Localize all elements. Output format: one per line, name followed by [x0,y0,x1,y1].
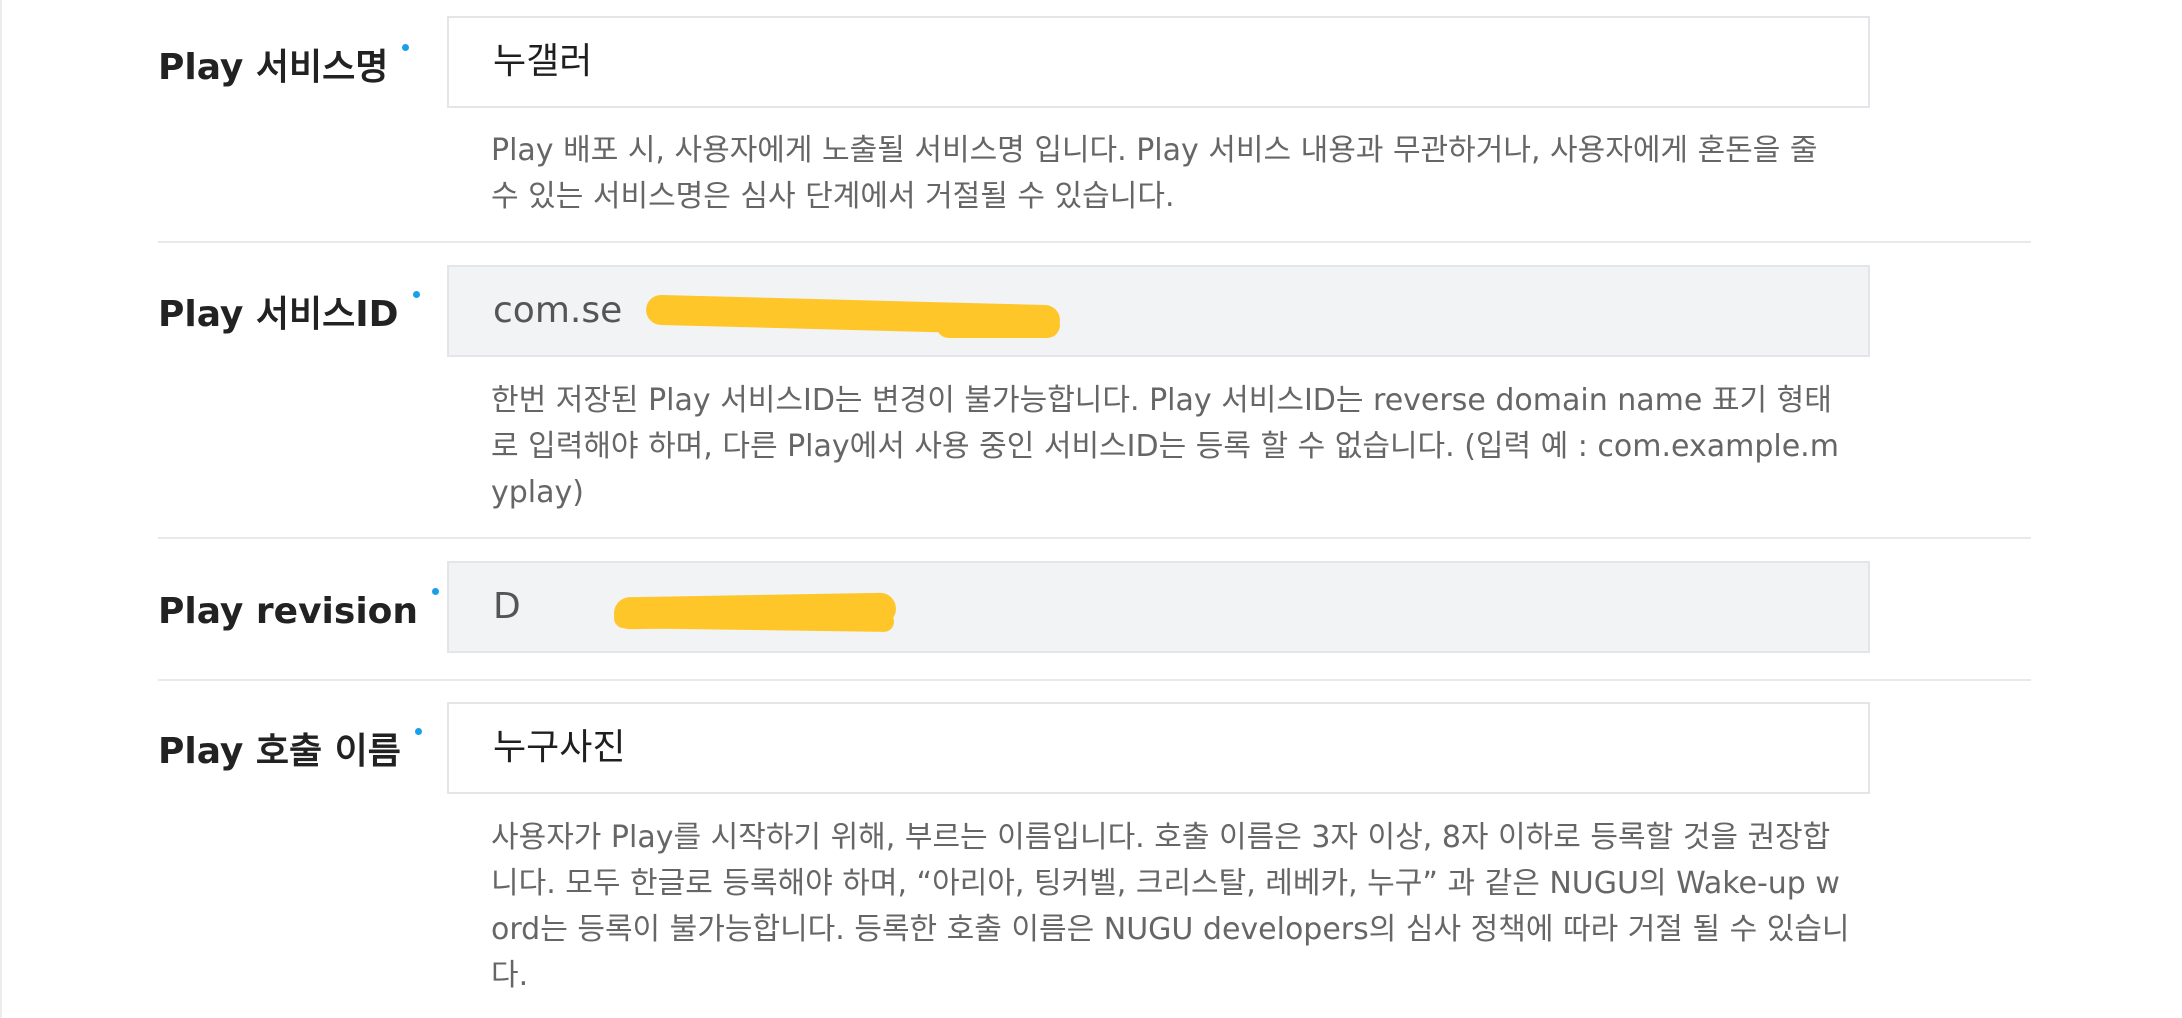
redaction-mark [613,608,895,632]
divider [158,537,2031,539]
service-name-label-text: Play 서비스명 [158,47,389,88]
invocation-name-value: 누구사진 [493,727,626,768]
invocation-name-input[interactable]: 누구사진 [447,702,1870,794]
required-indicator-icon [414,728,422,735]
required-indicator-icon [402,44,410,51]
left-edge-line [0,0,2,1018]
service-name-label: Play 서비스명 [158,44,410,90]
service-name-input[interactable]: 누갤러 [447,16,1870,108]
redaction-mark [936,312,1060,338]
divider [158,241,2031,243]
required-indicator-icon [432,588,440,595]
required-indicator-icon [412,291,420,298]
service-id-label-text: Play 서비스ID [158,294,399,335]
invocation-name-label-text: Play 호출 이름 [158,731,401,772]
service-id-value: com.se [493,290,623,331]
service-name-value: 누갤러 [493,41,593,82]
invocation-name-label: Play 호출 이름 [158,728,422,774]
revision-value: D [493,586,521,627]
service-id-help: 한번 저장된 Play 서비스ID는 변경이 불가능합니다. Play 서비스I… [491,383,1839,510]
service-name-help: Play 배포 시, 사용자에게 노출될 서비스명 입니다. Play 서비스 … [491,133,1818,214]
invocation-name-help: 사용자가 Play를 시작하기 위해, 부르는 이름입니다. 호출 이름은 3자… [491,820,1850,993]
service-id-label: Play 서비스ID [158,291,420,337]
revision-label-text: Play revision [158,591,419,632]
revision-label: Play revision [158,588,440,634]
divider [158,679,2031,681]
